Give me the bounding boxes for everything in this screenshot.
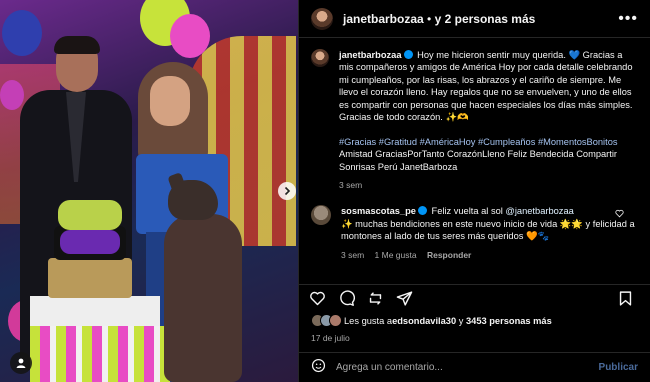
- user-tag-icon[interactable]: [10, 352, 32, 374]
- header-separator: •: [427, 11, 432, 26]
- comment-mention[interactable]: @janetbarbozaa: [505, 206, 573, 216]
- post-date: 17 de julio: [311, 333, 350, 343]
- caption-text: Hoy me hicieron sentir muy querida. 💙 Gr…: [339, 50, 633, 123]
- heart-icon[interactable]: [615, 209, 624, 220]
- heart-icon[interactable]: [309, 290, 326, 312]
- action-bar: [299, 284, 650, 306]
- caption-hashtags[interactable]: #Gracias #Gratitud #AméricaHoy #Cumpleañ…: [339, 137, 618, 147]
- comment-username[interactable]: sosmascotas_pe: [341, 206, 416, 216]
- share-icon[interactable]: [367, 290, 384, 312]
- caption-tail: Amistad GraciasPorTanto CorazónLleno Fel…: [339, 149, 618, 172]
- header-username[interactable]: janetbarbozaa: [343, 12, 424, 26]
- post-header: janetbarbozaa • y 2 personas más •••: [299, 0, 650, 38]
- header-collaborators[interactable]: y 2 personas más: [435, 12, 536, 26]
- comment-meta: 3 sem 1 Me gusta Responder: [341, 249, 638, 261]
- avatar[interactable]: [311, 49, 329, 67]
- post-details-panel: janetbarbozaa • y 2 personas más ••• jan…: [298, 0, 650, 382]
- comment-likes[interactable]: 1 Me gusta: [375, 250, 417, 260]
- birthday-cake: [48, 200, 132, 298]
- caption: janetbarbozaa Hoy me hicieron sentir muy…: [311, 49, 638, 191]
- comment-time: 3 sem: [341, 249, 365, 260]
- caption-username[interactable]: janetbarbozaa: [339, 50, 402, 60]
- emoji-icon[interactable]: [311, 358, 326, 378]
- comment-icon[interactable]: [338, 290, 355, 312]
- likes-user[interactable]: edsondavila30: [392, 316, 456, 326]
- next-arrow-icon[interactable]: [278, 182, 296, 200]
- likes-count[interactable]: 3453 personas más: [466, 316, 552, 326]
- comment-text: Feliz vuelta al sol: [431, 206, 506, 217]
- verified-icon: [417, 206, 427, 216]
- comment-text-cont: ✨ muchas bendiciones en este nuevo inici…: [341, 218, 635, 242]
- liker-avatars: [311, 314, 342, 327]
- likes-joiner: y: [456, 315, 466, 326]
- likes-prefix: Les gusta a: [344, 315, 393, 326]
- more-options-icon[interactable]: •••: [618, 10, 638, 26]
- avatar[interactable]: [311, 7, 333, 30]
- caption-meta: 3 sem: [339, 180, 363, 191]
- comment-composer: Publicar: [299, 352, 650, 382]
- publish-button[interactable]: Publicar: [599, 362, 638, 373]
- avatar[interactable]: [311, 205, 331, 226]
- comment-item: sosmascotas_pe Feliz vuelta al sol @jane…: [311, 205, 638, 261]
- dog-figure: [160, 172, 252, 382]
- send-icon[interactable]: [396, 290, 413, 312]
- verified-icon: [403, 50, 413, 59]
- header-usernames: janetbarbozaa • y 2 personas más: [343, 12, 618, 26]
- comment-input[interactable]: [336, 362, 599, 373]
- reply-button[interactable]: Responder: [427, 250, 471, 260]
- comments-list: janetbarbozaa Hoy me hicieron sentir muy…: [299, 39, 650, 285]
- table-tassels: [30, 326, 170, 382]
- post-photo[interactable]: [0, 0, 298, 382]
- likes-summary: Les gusta a edsondavila30 y 3453 persona…: [311, 314, 552, 327]
- post-modal: janetbarbozaa • y 2 personas más ••• jan…: [0, 0, 650, 382]
- bookmark-icon[interactable]: [617, 290, 634, 312]
